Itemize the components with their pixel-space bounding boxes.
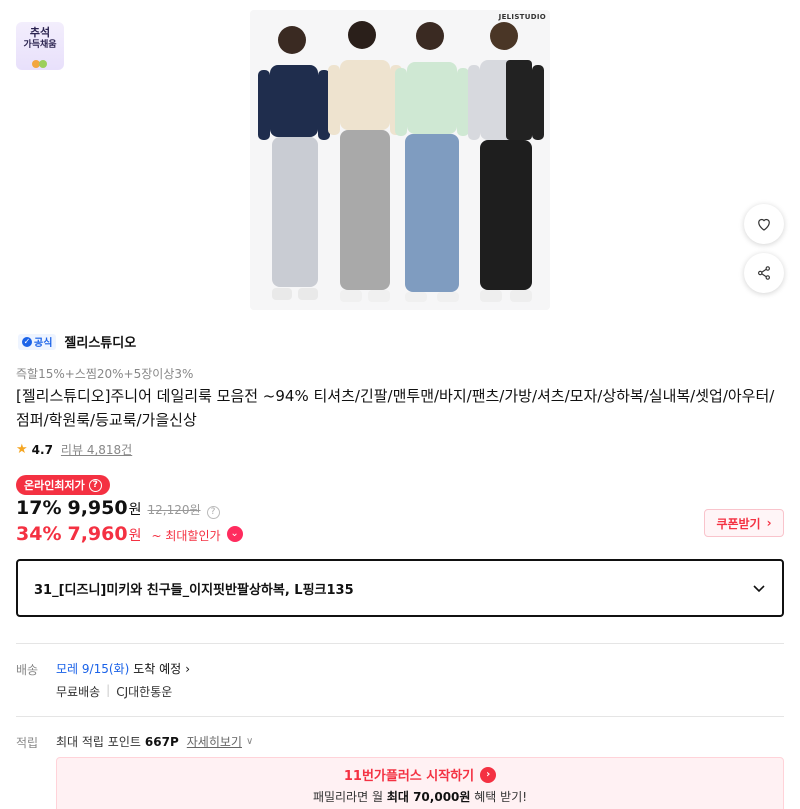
delivery-info: 무료배송 | CJ대한통운 <box>56 683 172 700</box>
max-discount-price: 7,960 <box>67 523 128 545</box>
badge-line1: 추석 <box>29 26 51 39</box>
sale-price-row: 17% 9,950 원 12,120원 ? <box>16 497 220 519</box>
chevron-right-icon: › <box>480 766 497 783</box>
share-icon <box>758 266 770 280</box>
brand-watermark: JELISTUDIO <box>498 13 546 21</box>
promo-line2-pre: 패밀리라면 월 <box>312 790 383 804</box>
chevron-right-icon: › <box>185 661 191 676</box>
chevron-down-icon: ∨ <box>245 736 254 747</box>
delivery-date: 모레 9/15(화) <box>56 662 130 676</box>
help-icon[interactable]: ? <box>88 478 102 492</box>
fruit-icon <box>32 60 47 68</box>
heart-icon <box>758 218 770 231</box>
coupon-label: 쿠폰받기 <box>716 516 761 531</box>
seller-row[interactable]: ✓ 공식 젤리스튜디오 <box>18 332 136 351</box>
check-icon: ✓ <box>22 336 32 347</box>
points-label: 적립 <box>16 736 39 750</box>
points-value: 667P <box>144 734 179 749</box>
rating-score: 4.7 <box>31 442 53 457</box>
delivery-date-suffix: 도착 예정 <box>133 662 182 676</box>
selected-option: 31_[디즈니]미키와 친구들_이지핏반팔상하복, L핑크135 <box>34 582 354 598</box>
price-help-icon[interactable]: ? <box>206 506 220 519</box>
promo-line2-bold: 최대 70,000원 <box>386 790 471 804</box>
max-discount-rate: 34% <box>16 523 62 545</box>
promo-title-row: 11번가플러스 시작하기 › <box>57 765 783 784</box>
max-discount-row: 34% 7,960 원 ~ 최대할인가 ⌄ <box>16 523 243 545</box>
separator: | <box>106 683 111 697</box>
points-more-link[interactable]: 자세히보기 <box>187 733 242 750</box>
original-price: 12,120원 <box>147 503 201 517</box>
chevron-down-icon[interactable]: ⌄ <box>226 526 243 542</box>
discount-rate: 17% <box>16 497 62 519</box>
delivery-label: 배송 <box>16 663 39 677</box>
chevron-right-icon: › <box>766 516 772 530</box>
seller-name[interactable]: 젤리스튜디오 <box>64 332 136 351</box>
product-image[interactable]: JELISTUDIO <box>250 10 550 310</box>
delivery-date-row[interactable]: 모레 9/15(화) 도착 예정 › <box>56 660 190 677</box>
currency-unit: 원 <box>128 502 142 518</box>
product-photo <box>250 10 550 310</box>
sale-price: 9,950 <box>67 497 128 519</box>
currency-unit: 원 <box>128 528 142 544</box>
max-discount-label: ~ 최대할인가 <box>151 529 221 543</box>
official-label: 공식 <box>34 338 53 349</box>
coupon-button[interactable]: 쿠폰받기 › <box>704 509 784 537</box>
lowest-price-label: 온라인최저가 <box>24 479 85 492</box>
delivery-carrier: CJ대한통운 <box>116 685 173 699</box>
delivery-fee: 무료배송 <box>56 685 101 699</box>
promo-subtitle: 패밀리라면 월 최대 70,000원 혜택 받기! <box>57 788 783 805</box>
points-row: 최대 적립 포인트 667P 자세히보기 ∨ <box>56 733 253 750</box>
rating-row: ★ 4.7 리뷰 4,818건 <box>16 441 132 458</box>
chevron-down-icon <box>753 585 765 593</box>
divider <box>16 643 784 644</box>
promo-line2-post: 혜택 받기! <box>474 790 528 804</box>
star-icon: ★ <box>16 442 28 457</box>
share-button[interactable] <box>744 253 784 293</box>
official-badge: ✓ 공식 <box>18 333 57 350</box>
option-select[interactable]: 31_[디즈니]미키와 친구들_이지핏반팔상하복, L핑크135 <box>16 559 784 617</box>
lowest-price-badge: 온라인최저가 ? <box>16 475 110 495</box>
product-title: [젤리스튜디오]주니어 데일리룩 모음전 ~94% 티셔츠/긴팔/맨투맨/바지/… <box>16 387 775 429</box>
chuseok-event-badge[interactable]: 추석 가득채움 <box>16 22 64 70</box>
review-link[interactable]: 리뷰 4,818건 <box>61 441 132 458</box>
promo-title: 11번가플러스 시작하기 <box>343 769 475 784</box>
divider <box>16 716 784 717</box>
plus-promo-banner[interactable]: 11번가플러스 시작하기 › 패밀리라면 월 최대 70,000원 혜택 받기! <box>56 757 784 809</box>
points-text: 최대 적립 포인트 <box>56 735 141 749</box>
badge-line2: 가득채움 <box>23 40 57 50</box>
wishlist-button[interactable] <box>744 204 784 244</box>
discount-info: 즉할15%+스찜20%+5장이상3% <box>16 367 194 381</box>
